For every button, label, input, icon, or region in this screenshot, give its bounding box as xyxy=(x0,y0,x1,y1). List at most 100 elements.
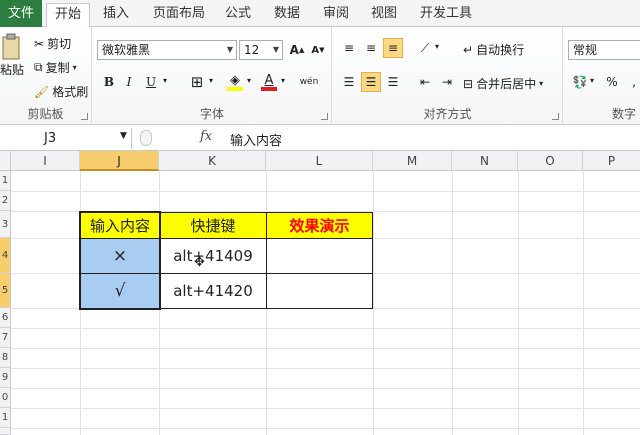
row-header-5[interactable]: 5 xyxy=(0,273,11,308)
dialog-launcher-icon[interactable] xyxy=(81,113,88,120)
column-header-l[interactable]: L xyxy=(266,151,373,171)
tab-review[interactable]: 审阅 xyxy=(316,3,356,27)
chevron-down-icon[interactable]: ▾ xyxy=(590,76,594,85)
dialog-launcher-icon[interactable] xyxy=(321,113,328,120)
comma-style-icon[interactable]: , xyxy=(624,72,640,92)
table-header-effect[interactable]: 效果演示 xyxy=(266,212,373,239)
tab-home[interactable]: 开始 xyxy=(46,3,90,28)
phonetic-icon[interactable]: wén xyxy=(297,72,321,92)
column-header-j[interactable]: J xyxy=(80,151,159,171)
table-cell-input[interactable]: × xyxy=(80,238,160,274)
row-header-11[interactable]: 1 xyxy=(0,408,11,428)
underline-button[interactable]: U xyxy=(141,72,161,92)
decrease-indent-icon[interactable]: ⇤ xyxy=(415,72,435,92)
decrease-font-icon[interactable]: A ▼ xyxy=(308,40,328,60)
paste-button[interactable]: 粘贴 xyxy=(0,33,24,78)
chevron-down-icon[interactable]: ▾ xyxy=(163,76,167,85)
column-header-n[interactable]: N xyxy=(452,151,518,171)
row-header-3[interactable]: 3 xyxy=(0,211,11,238)
row-header-6[interactable]: 6 xyxy=(0,308,11,328)
italic-button[interactable]: I xyxy=(119,72,139,92)
increase-font-icon[interactable]: A ▲ xyxy=(287,40,307,60)
number-group-label: 数字 xyxy=(611,107,636,121)
currency-icon[interactable]: 💱 xyxy=(570,72,590,92)
chevron-down-icon[interactable]: ▾ xyxy=(281,76,285,85)
row-header-12[interactable] xyxy=(0,428,11,435)
column-header-k[interactable]: K xyxy=(159,151,266,171)
align-right-icon[interactable]: ☰ xyxy=(383,72,403,92)
font-size-value: 12 xyxy=(244,43,260,57)
number-format-combo[interactable]: 常规 xyxy=(568,40,640,60)
align-left-icon[interactable]: ☰ xyxy=(339,72,359,92)
tab-insert[interactable]: 插入 xyxy=(96,3,136,27)
merge-center-button[interactable]: ⊟ 合并后居中 ▾ xyxy=(463,75,543,92)
brush-icon: 🖌 xyxy=(34,84,50,99)
chevron-down-icon[interactable]: ▼ xyxy=(120,131,127,141)
formula-input[interactable]: 输入内容 xyxy=(230,130,282,149)
align-center-icon[interactable]: ☰ xyxy=(361,72,381,92)
name-box[interactable]: J3 ▼ xyxy=(0,128,132,149)
font-size-combo[interactable]: 12 ▼ xyxy=(239,40,283,60)
row-header-10[interactable]: 0 xyxy=(0,388,11,408)
table-cell-shortcut[interactable]: alt+41420 xyxy=(159,273,267,309)
gridline xyxy=(11,408,640,409)
tab-data[interactable]: 数据 xyxy=(267,3,307,27)
row-header-2[interactable]: 2 xyxy=(0,191,11,211)
table-cell-shortcut[interactable]: alt+41409 xyxy=(159,238,267,274)
tab-file[interactable]: 文件 xyxy=(0,0,42,27)
copy-button[interactable]: ⧉ 复制 ▾ xyxy=(34,59,77,76)
chevron-down-icon[interactable]: ▾ xyxy=(73,63,77,72)
orientation-icon[interactable]: ⟋ xyxy=(415,38,435,58)
tab-developer[interactable]: 开发工具 xyxy=(413,3,479,27)
column-header-m[interactable]: M xyxy=(373,151,452,171)
format-painter-button[interactable]: 🖌 格式刷 xyxy=(34,83,88,100)
font-color-icon[interactable]: A xyxy=(259,72,279,92)
ribbon: 粘贴 ✂ 剪切 ⧉ 复制 ▾ 🖌 格式刷 剪贴板 微软雅黑 ▼ 12 ▼ A ▲ … xyxy=(0,27,640,125)
font-name-combo[interactable]: 微软雅黑 ▼ xyxy=(97,40,237,60)
table-cell-input[interactable]: √ xyxy=(80,273,160,309)
tab-formulas[interactable]: 公式 xyxy=(218,3,258,27)
copy-icon: ⧉ xyxy=(34,60,43,74)
borders-icon[interactable]: ⊞ xyxy=(187,72,207,92)
column-header-i[interactable]: I xyxy=(11,151,80,171)
align-middle-icon[interactable]: ≡ xyxy=(361,38,381,58)
wrap-text-button[interactable]: ↵ 自动换行 xyxy=(463,41,524,58)
formula-bar-handle[interactable] xyxy=(140,130,152,146)
name-box-value: J3 xyxy=(44,131,57,146)
bold-button[interactable]: B xyxy=(99,72,119,92)
tab-page-layout[interactable]: 页面布局 xyxy=(146,3,212,27)
row-header-9[interactable]: 9 xyxy=(0,368,11,388)
chevron-down-icon[interactable]: ▾ xyxy=(435,42,439,51)
row-header-1[interactable]: 1 xyxy=(0,171,11,191)
dialog-launcher-icon[interactable] xyxy=(552,113,559,120)
table-cell-effect[interactable] xyxy=(266,238,373,274)
select-all-corner[interactable] xyxy=(0,151,11,171)
fill-color-icon[interactable]: ◈ xyxy=(225,72,245,92)
percent-button[interactable]: % xyxy=(602,72,622,92)
insert-function-button[interactable]: fx xyxy=(200,129,212,144)
tab-view[interactable]: 视图 xyxy=(364,3,404,27)
increase-indent-icon[interactable]: ⇥ xyxy=(437,72,457,92)
align-top-icon[interactable]: ≡ xyxy=(339,38,359,58)
chevron-down-icon[interactable]: ▾ xyxy=(247,76,251,85)
table-cell-effect[interactable] xyxy=(266,273,373,309)
align-bottom-icon[interactable]: ≡ xyxy=(383,38,403,58)
row-header-7[interactable]: 7 xyxy=(0,328,11,348)
chevron-down-icon[interactable]: ▾ xyxy=(209,76,213,85)
wrap-text-icon: ↵ xyxy=(463,42,474,57)
worksheet-grid[interactable]: I J K L M N O P 1 2 3 4 5 6 7 8 9 0 1 输入… xyxy=(0,151,640,435)
row-header-4[interactable]: 4 xyxy=(0,238,11,273)
format-painter-label: 格式刷 xyxy=(52,85,89,99)
merge-center-label: 合并后居中 xyxy=(476,77,537,91)
column-header-p[interactable]: P xyxy=(583,151,640,171)
chevron-down-icon[interactable]: ▾ xyxy=(539,79,543,88)
cut-button[interactable]: ✂ 剪切 xyxy=(34,35,71,52)
column-header-o[interactable]: O xyxy=(518,151,583,171)
row-header-8[interactable]: 8 xyxy=(0,348,11,368)
paste-label: 粘贴 xyxy=(0,63,25,77)
move-cursor-icon: ✥ xyxy=(194,255,205,270)
chevron-down-icon: ▼ xyxy=(272,45,279,54)
gridline xyxy=(11,328,640,329)
table-header-shortcut[interactable]: 快捷键 xyxy=(159,212,267,239)
table-header-input[interactable]: 输入内容 xyxy=(80,212,160,239)
